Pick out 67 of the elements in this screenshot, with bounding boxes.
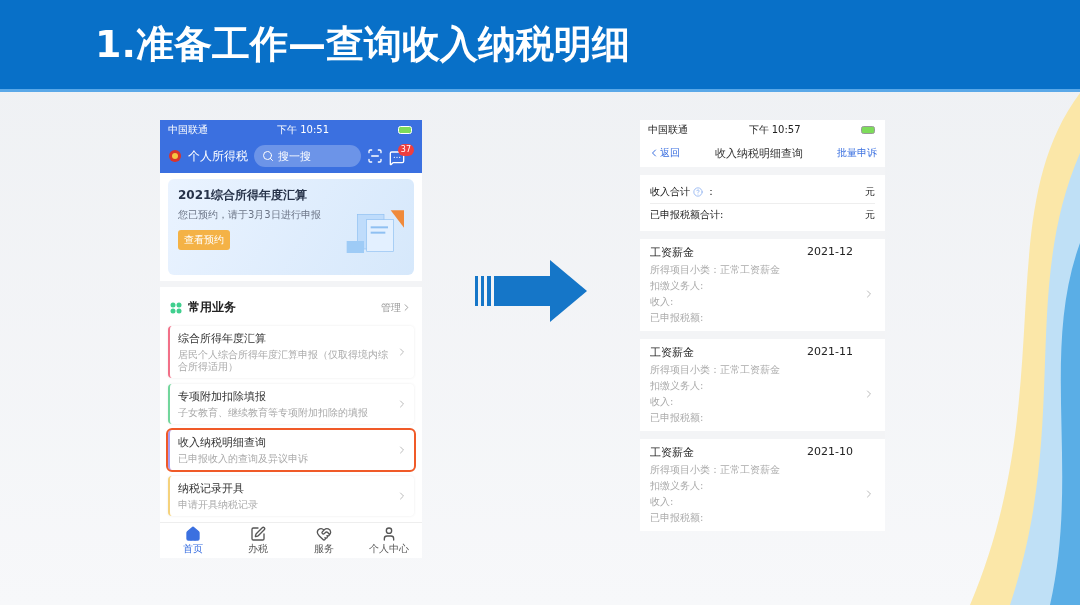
item-title: 纳税记录开具 [178, 481, 245, 496]
item-title: 专项附加扣除填报 [178, 389, 267, 404]
record-field: 已申报税额: [650, 511, 863, 525]
unit-text: 元 [865, 185, 875, 199]
grid-icon [170, 301, 182, 314]
service-item[interactable]: 综合所得年度汇算 居民个人综合所得年度汇算申报（仅取得境内综合所得适用） [168, 326, 414, 378]
record-title: 工资薪金 [650, 245, 694, 260]
record-field: 收入: [650, 495, 863, 509]
banner-subtitle: 您已预约，请于3月3日进行申报 [178, 208, 322, 222]
tab[interactable]: 首页 [160, 523, 226, 558]
record-field: 扣缴义务人: [650, 279, 863, 293]
carrier-text: 中国联通 [648, 122, 688, 137]
record-field: 所得项目小类：正常工资薪金 [650, 363, 863, 377]
record-card[interactable]: 工资薪金 2021-12 所得项目小类：正常工资薪金 扣缴义务人: 收入: 已申报税额: [640, 239, 885, 331]
slide-title: 1.准备工作—查询收入纳税明细 [95, 21, 630, 68]
tab[interactable]: 服务 [291, 523, 357, 558]
item-subtitle: 居民个人综合所得年度汇算申报（仅取得境内综合所得适用） [178, 349, 389, 373]
record-field: 收入: [650, 395, 863, 409]
page-title: 收入纳税明细查询 [714, 145, 803, 161]
item-subtitle: 已申报收入的查询及异议申诉 [178, 453, 309, 465]
record-date: 2021-10 [807, 445, 853, 460]
service-item[interactable]: 专项附加扣除填报 子女教育、继续教育等专项附加扣除的填报 [168, 384, 414, 424]
battery-icon [398, 125, 414, 134]
tax-icon [250, 525, 267, 542]
record-field: 已申报税额: [650, 411, 863, 425]
record-date: 2021-11 [807, 345, 853, 360]
banner-card[interactable]: 2021综合所得年度汇算 您已预约，请于3月3日进行申报 查看预约 [168, 179, 414, 275]
search-icon [262, 150, 274, 162]
battery-icon [861, 125, 877, 134]
tab[interactable]: 办税 [225, 523, 291, 558]
service-item[interactable]: 纳税记录开具 申请开具纳税记录 [168, 476, 414, 516]
status-time: 下午 10:57 [748, 122, 801, 137]
record-title: 工资薪金 [650, 345, 694, 360]
banner-title: 2021综合所得年度汇算 [178, 187, 309, 204]
scan-icon[interactable] [366, 148, 383, 164]
status-time: 下午 10:51 [277, 122, 329, 137]
arrow-icon [475, 260, 587, 322]
tab[interactable]: 个人中心 [356, 523, 422, 558]
item-subtitle: 子女教育、继续教育等专项附加扣除的填报 [178, 407, 369, 419]
notification-badge: 37 [397, 144, 414, 156]
record-field: 已申报税额: [650, 311, 863, 325]
home-icon [184, 525, 201, 542]
colon-text: ： [706, 185, 716, 199]
record-card[interactable]: 工资薪金 2021-10 所得项目小类：正常工资薪金 扣缴义务人: 收入: 已申报税额: [640, 439, 885, 531]
record-field: 收入: [650, 295, 863, 309]
item-subtitle: 申请开具纳税记录 [178, 499, 259, 511]
record-title: 工资薪金 [650, 445, 694, 460]
record-field: 扣缴义务人: [650, 479, 863, 493]
summary-label: 收入合计 [650, 185, 690, 199]
record-date: 2021-12 [807, 245, 853, 260]
batch-appeal-link[interactable]: 批量申诉 [837, 146, 877, 160]
section-title: 常用业务 [188, 299, 237, 316]
back-link[interactable]: 返回 [648, 146, 680, 160]
record-card[interactable]: 工资薪金 2021-11 所得项目小类：正常工资薪金 扣缴义务人: 收入: 已申报税额: [640, 339, 885, 431]
message-icon[interactable] [388, 150, 405, 166]
record-field: 所得项目小类：正常工资薪金 [650, 463, 863, 477]
item-title: 综合所得年度汇算 [178, 331, 267, 346]
unit-text: 元 [865, 207, 875, 222]
carrier-text: 中国联通 [168, 122, 208, 137]
item-title: 收入纳税明细查询 [178, 435, 267, 450]
record-field: 扣缴义务人: [650, 379, 863, 393]
summary-label: 已申报税额合计: [650, 207, 724, 222]
emblem-icon [168, 149, 182, 163]
app-title: 个人所得税 [188, 147, 248, 165]
service-icon [315, 525, 332, 542]
record-field: 所得项目小类：正常工资薪金 [650, 263, 863, 277]
service-item[interactable]: 收入纳税明细查询 已申报收入的查询及异议申诉 [168, 430, 414, 470]
